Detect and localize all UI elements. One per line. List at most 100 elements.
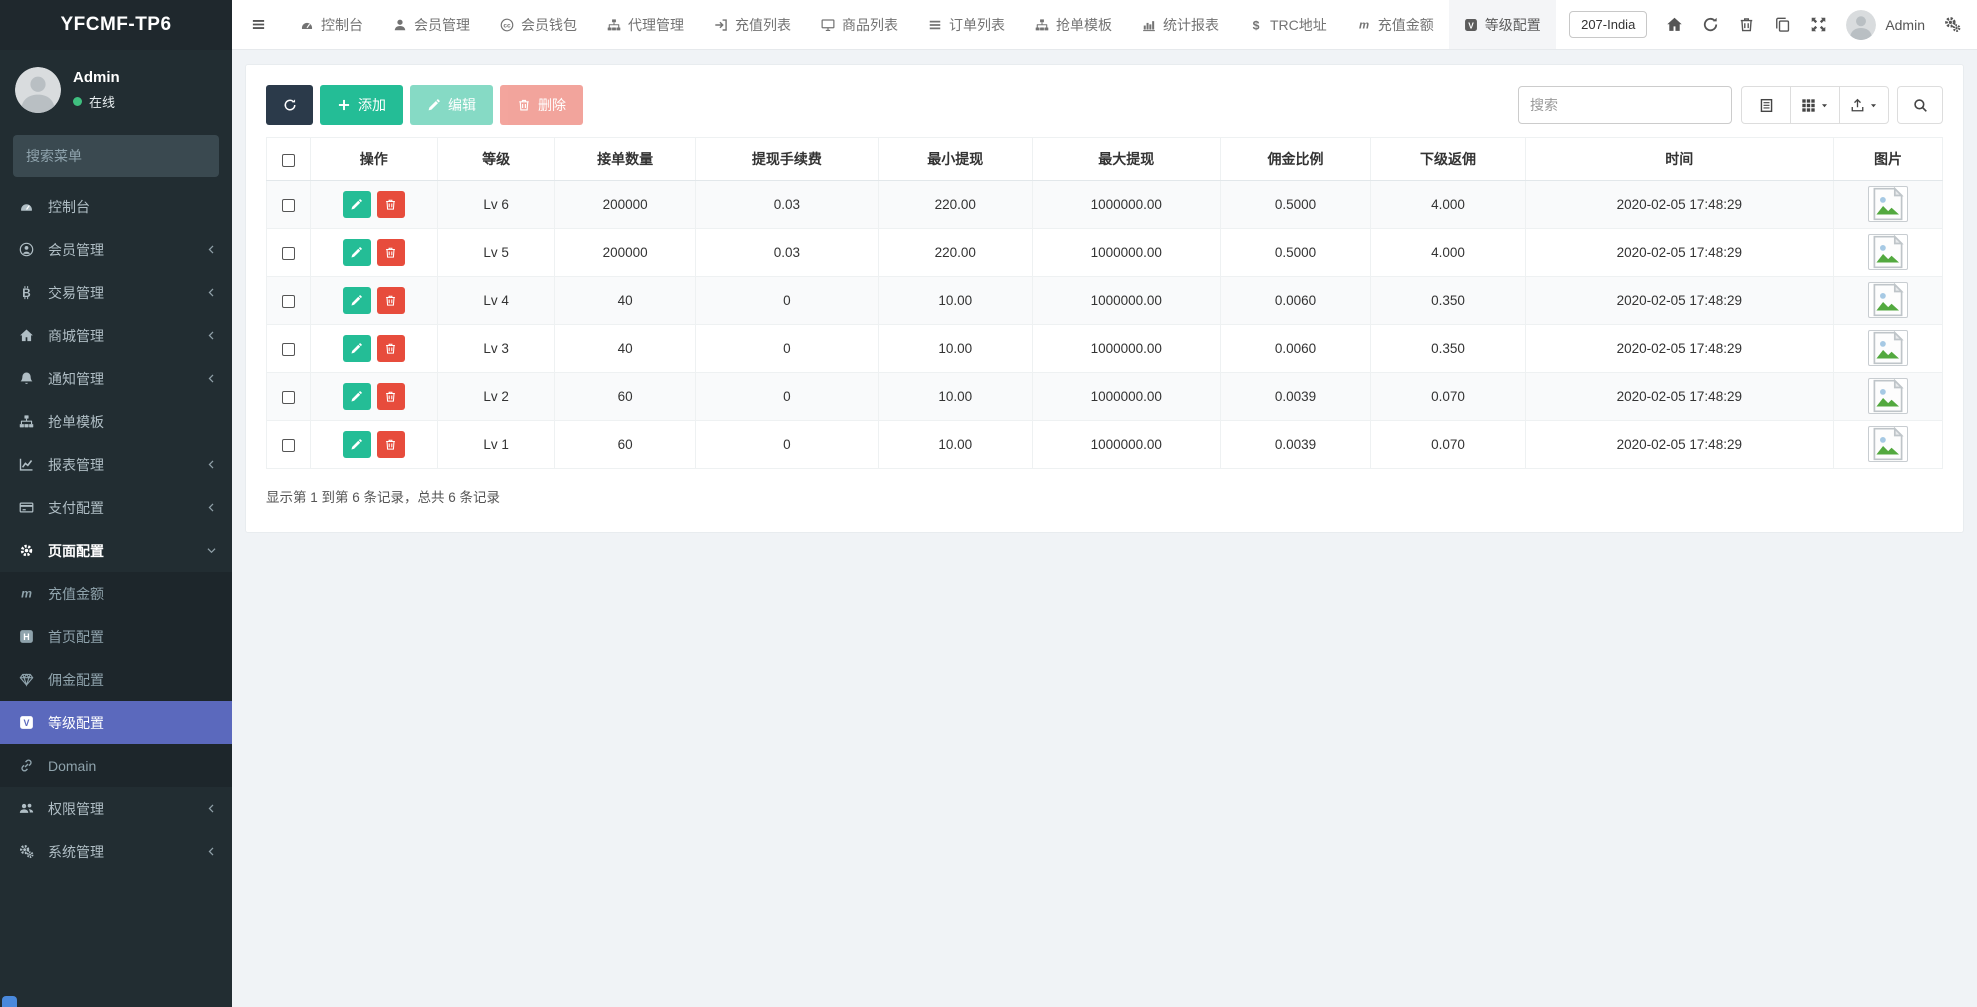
- topnav-item-dollar-9[interactable]: $TRC地址: [1234, 0, 1342, 49]
- select-all-checkbox[interactable]: [282, 154, 295, 167]
- cell-ratio: 0.0039: [1220, 373, 1371, 421]
- sidebar-item-line-chart-6[interactable]: 报表管理: [0, 443, 232, 486]
- admin-label: Admin: [1885, 17, 1925, 33]
- refresh-icon[interactable]: [1702, 16, 1719, 33]
- column-header: 操作: [310, 138, 437, 181]
- sidebar-subitem-v-square-3[interactable]: V等级配置: [0, 701, 232, 744]
- delete-row-button[interactable]: [377, 191, 405, 218]
- image-thumbnail[interactable]: [1868, 234, 1908, 270]
- cell-orders: 200000: [555, 181, 696, 229]
- topnav-item-label: 等级配置: [1485, 15, 1541, 35]
- sidebar-subitem-gem-2[interactable]: 佣金配置: [0, 658, 232, 701]
- delete-row-button[interactable]: [377, 239, 405, 266]
- topnav-item-tachometer-0[interactable]: 控制台: [285, 0, 378, 49]
- row-checkbox[interactable]: [282, 247, 295, 260]
- table-card: 添加 编辑 删除: [245, 64, 1964, 533]
- sidebar-item-users-9[interactable]: 权限管理: [0, 787, 232, 830]
- cell-orders: 40: [555, 277, 696, 325]
- table-search-input[interactable]: [1518, 86, 1732, 124]
- topnav-item-m-10[interactable]: m充值金额: [1342, 0, 1449, 49]
- m-icon: m: [15, 586, 37, 601]
- edit-row-button[interactable]: [343, 239, 371, 266]
- topnav-item-list-6[interactable]: 订单列表: [913, 0, 1020, 49]
- cell-image: [1833, 181, 1942, 229]
- topnav-item-v-square-11[interactable]: V 等级配置: [1449, 0, 1556, 49]
- topnav-item-chart-bar-8[interactable]: 统计报表: [1127, 0, 1234, 49]
- image-thumbnail[interactable]: [1868, 378, 1908, 414]
- home-icon[interactable]: [1666, 16, 1683, 33]
- sidebar-item-sitemap-5[interactable]: 抢单模板: [0, 400, 232, 443]
- admin-menu[interactable]: Admin: [1846, 10, 1925, 40]
- sidebar-subitem-h-square-1[interactable]: H首页配置: [0, 615, 232, 658]
- columns-button[interactable]: [1790, 86, 1840, 124]
- sidebar-item-bell-4[interactable]: 通知管理: [0, 357, 232, 400]
- svg-text:V: V: [1468, 20, 1474, 30]
- row-checkbox[interactable]: [282, 391, 295, 404]
- delete-row-button[interactable]: [377, 335, 405, 362]
- topnav-item-cc-2[interactable]: cc会员钱包: [485, 0, 592, 49]
- site-badge[interactable]: 207-India: [1569, 11, 1647, 38]
- cell-time: 2020-02-05 17:48:29: [1525, 373, 1833, 421]
- table-row: Lv 160010.001000000.000.00390.0702020-02…: [267, 421, 1943, 469]
- svg-text:V: V: [23, 718, 29, 728]
- row-checkbox[interactable]: [282, 199, 295, 212]
- v-square-icon: V: [1464, 18, 1478, 32]
- sidebar-item-label: 会员管理: [48, 240, 195, 260]
- topnav-item-label: 充值金额: [1378, 15, 1434, 35]
- cell-fee: 0: [696, 325, 879, 373]
- paging-toggle-button[interactable]: [1741, 86, 1791, 124]
- row-checkbox[interactable]: [282, 295, 295, 308]
- add-button[interactable]: 添加: [320, 85, 403, 125]
- row-checkbox[interactable]: [282, 343, 295, 356]
- edit-row-button[interactable]: [343, 431, 371, 458]
- cell-image: [1833, 229, 1942, 277]
- row-checkbox[interactable]: [282, 439, 295, 452]
- copy-icon[interactable]: [1774, 16, 1791, 33]
- topnav-item-sign-in-4[interactable]: 充值列表: [699, 0, 806, 49]
- image-thumbnail[interactable]: [1868, 186, 1908, 222]
- home-icon: [15, 328, 37, 343]
- delete-row-button[interactable]: [377, 287, 405, 314]
- cell-ratio: 0.5000: [1220, 181, 1371, 229]
- topnav-item-user-1[interactable]: 会员管理: [378, 0, 485, 49]
- sidebar-item-label: 报表管理: [48, 455, 195, 475]
- fullscreen-icon[interactable]: [1810, 16, 1827, 33]
- edit-row-button[interactable]: [343, 383, 371, 410]
- table-row: Lv 62000000.03220.001000000.000.50004.00…: [267, 181, 1943, 229]
- sidebar-subitem-link-4[interactable]: Domain: [0, 744, 232, 787]
- trash-icon[interactable]: [1738, 16, 1755, 33]
- cell-max: 1000000.00: [1032, 325, 1220, 373]
- sidebar-item-cogs-10[interactable]: 系统管理: [0, 830, 232, 873]
- cell-max: 1000000.00: [1032, 421, 1220, 469]
- topnav-item-sitemap-3[interactable]: 代理管理: [592, 0, 699, 49]
- search-button[interactable]: [1897, 86, 1943, 124]
- sidebar-item-bitcoin-2[interactable]: B交易管理: [0, 271, 232, 314]
- delete-row-button[interactable]: [377, 383, 405, 410]
- sidebar-item-gear-8[interactable]: 页面配置: [0, 529, 232, 572]
- hamburger-menu-icon[interactable]: [232, 0, 285, 49]
- refresh-button[interactable]: [266, 85, 313, 125]
- user-name: Admin: [73, 69, 120, 86]
- edit-button[interactable]: 编辑: [410, 85, 493, 125]
- users-icon: [15, 801, 37, 816]
- delete-row-button[interactable]: [377, 431, 405, 458]
- settings-gears-icon[interactable]: [1944, 16, 1961, 33]
- admin-avatar: [1846, 10, 1876, 40]
- topnav-item-label: 充值列表: [735, 15, 791, 35]
- delete-button[interactable]: 删除: [500, 85, 583, 125]
- sidebar-item-user-circle-1[interactable]: 会员管理: [0, 228, 232, 271]
- sidebar-subitem-m-0[interactable]: m充值金额: [0, 572, 232, 615]
- image-thumbnail[interactable]: [1868, 426, 1908, 462]
- edit-row-button[interactable]: [343, 335, 371, 362]
- edit-row-button[interactable]: [343, 191, 371, 218]
- sidebar-search-input[interactable]: [13, 148, 220, 164]
- export-button[interactable]: [1839, 86, 1889, 124]
- topnav-item-desktop-5[interactable]: 商品列表: [806, 0, 913, 49]
- topnav-item-sitemap-7[interactable]: 抢单模板: [1020, 0, 1127, 49]
- sidebar-item-home-3[interactable]: 商城管理: [0, 314, 232, 357]
- image-thumbnail[interactable]: [1868, 330, 1908, 366]
- image-thumbnail[interactable]: [1868, 282, 1908, 318]
- sidebar-item-credit-card-7[interactable]: 支付配置: [0, 486, 232, 529]
- edit-row-button[interactable]: [343, 287, 371, 314]
- sidebar-item-tachometer-0[interactable]: 控制台: [0, 185, 232, 228]
